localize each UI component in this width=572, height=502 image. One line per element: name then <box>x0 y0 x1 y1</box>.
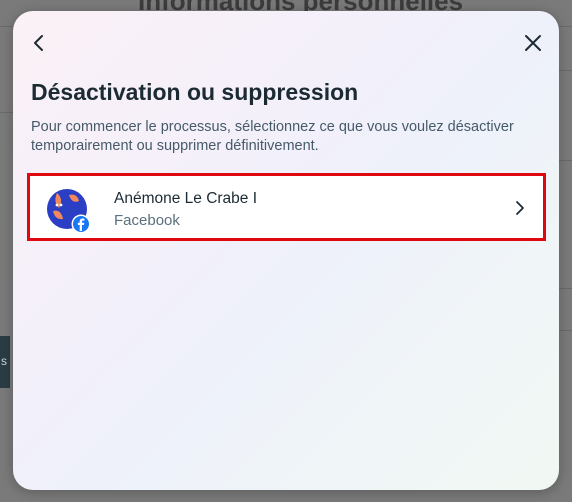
background-divider <box>559 160 572 161</box>
avatar <box>47 189 91 234</box>
background-divider <box>559 288 572 289</box>
dialog-description: Pour commencer le processus, sélectionne… <box>31 119 514 154</box>
chevron-right-icon <box>516 201 524 215</box>
background-divider <box>559 70 572 71</box>
dialog-title: Désactivation ou suppression <box>31 79 359 105</box>
back-button[interactable] <box>25 29 53 57</box>
background-divider <box>559 330 572 331</box>
account-platform: Facebook <box>114 212 180 229</box>
deactivate-delete-dialog: Désactivation ou suppression Pour commen… <box>13 11 559 490</box>
chevron-left-icon <box>34 35 43 51</box>
close-button[interactable] <box>519 29 547 57</box>
facebook-icon <box>71 214 91 234</box>
account-list-item[interactable]: Anémone Le Crabe I Facebook <box>27 173 546 241</box>
account-name: Anémone Le Crabe I <box>114 190 258 207</box>
close-icon <box>525 35 541 51</box>
background-divider <box>0 112 13 113</box>
background-side-tab: s <box>0 336 10 388</box>
